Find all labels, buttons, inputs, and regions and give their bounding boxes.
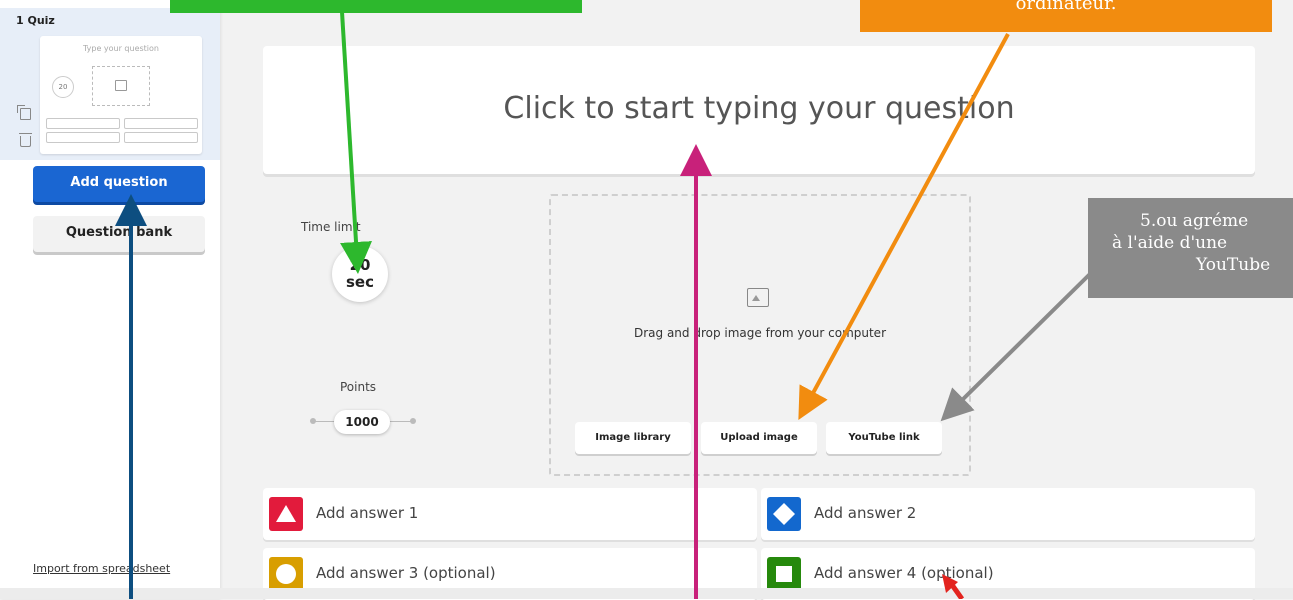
image-library-button[interactable]: Image library [575, 422, 691, 454]
slide-title: 1 Quiz [16, 14, 55, 27]
slide-preview[interactable]: Type your question 20 [40, 36, 202, 154]
time-limit-label: Time limit [301, 220, 361, 234]
answer-2-input[interactable]: Add answer 2 [761, 488, 1255, 540]
gray-callout-line-2: à l'aide d'une [1112, 233, 1228, 253]
answer-3-label: Add answer 3 (optional) [316, 564, 496, 582]
points-value[interactable]: 1000 [334, 410, 390, 434]
square-icon [776, 566, 792, 582]
answer-4-swatch [767, 557, 801, 591]
thumbnail-answer [124, 118, 198, 129]
answer-2-swatch [767, 497, 801, 531]
sidebar: 1 Quiz Type your question 20 Add questio… [0, 0, 220, 599]
thumbnail-answer [46, 132, 120, 143]
green-callout [170, 0, 582, 13]
gray-arrow [940, 270, 1094, 422]
question-placeholder: Click to start typing your question [503, 91, 1015, 126]
answer-1-label: Add answer 1 [316, 504, 419, 522]
points-label: Points [340, 380, 377, 394]
thumbnail-time: 20 [52, 76, 74, 98]
thumbnail-question: Type your question [82, 44, 159, 53]
answer-1-swatch [269, 497, 303, 531]
gray-callout: 5.ou agréme à l'aide d'une YouTube [1088, 198, 1293, 298]
orange-callout: ordinateur. [860, 0, 1272, 32]
image-icon [747, 288, 769, 307]
thumbnail-image-placeholder [92, 66, 150, 106]
slide-thumbnail-item[interactable]: 1 Quiz Type your question 20 [0, 8, 220, 160]
answer-2-label: Add answer 2 [814, 504, 917, 522]
points-selector[interactable]: 1000 [308, 406, 418, 436]
question-bank-button[interactable]: Question bank [33, 216, 205, 252]
answer-3-swatch [269, 557, 303, 591]
question-input[interactable]: Click to start typing your question [263, 46, 1255, 174]
orange-callout-text: ordinateur. [1015, 0, 1117, 14]
media-drop-zone[interactable]: Drag and drop image from your computer I… [549, 194, 971, 476]
bottom-bar [0, 588, 1293, 599]
gray-callout-line-1: 5.ou agréme [1140, 211, 1249, 231]
time-limit-value: 20 [349, 256, 371, 274]
duplicate-icon[interactable] [17, 105, 31, 120]
media-drop-text: Drag and drop image from your computer [633, 326, 886, 340]
add-question-button[interactable]: Add question [33, 166, 205, 202]
answer-4-label: Add answer 4 (optional) [814, 564, 994, 582]
time-limit-selector[interactable]: 20 sec [332, 246, 388, 302]
thumbnail-answer [124, 132, 198, 143]
points-track-end [410, 418, 416, 424]
circle-icon [276, 564, 296, 584]
gray-callout-line-3: YouTube [1196, 255, 1271, 275]
trash-icon[interactable] [19, 133, 32, 147]
triangle-icon [276, 505, 296, 522]
time-limit-unit: sec [346, 273, 374, 291]
points-track-start [310, 418, 316, 424]
thumbnail-answer [46, 118, 120, 129]
import-from-spreadsheet-link[interactable]: Import from spreadsheet [33, 562, 170, 575]
diamond-icon [773, 503, 795, 525]
upload-image-button[interactable]: Upload image [701, 422, 817, 454]
answer-1-input[interactable]: Add answer 1 [263, 488, 757, 540]
image-icon [115, 80, 127, 91]
youtube-link-button[interactable]: YouTube link [826, 422, 942, 454]
